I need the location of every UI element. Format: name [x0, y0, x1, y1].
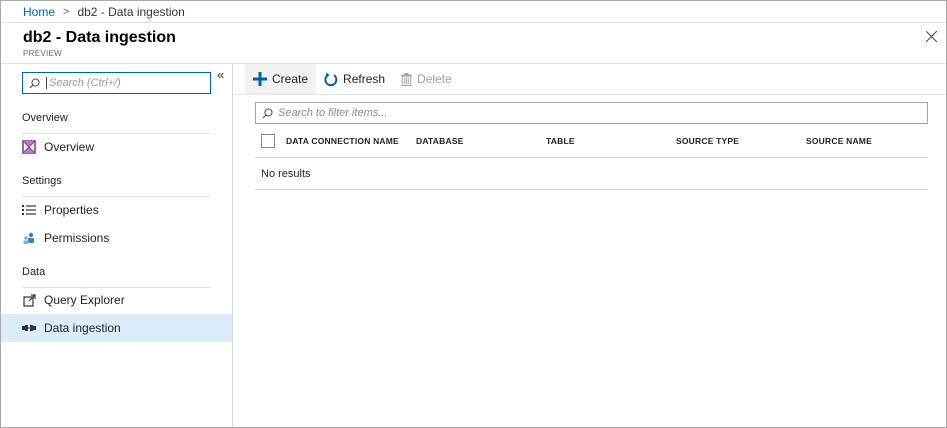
properties-list-icon [22, 203, 36, 217]
data-ingestion-icon [22, 321, 36, 335]
refresh-icon [324, 72, 338, 86]
close-icon[interactable] [924, 29, 940, 45]
sidebar-item-data-ingestion[interactable]: Data ingestion [1, 314, 232, 342]
create-button-label: Create [272, 72, 309, 86]
filter-box [255, 102, 928, 124]
breadcrumb: Home > db2 - Data ingestion [1, 1, 946, 23]
table-body: No results [255, 158, 928, 190]
breadcrumb-home-link[interactable]: Home [23, 5, 55, 19]
sidebar-item-label: Query Explorer [44, 293, 125, 307]
sidebar-search-input[interactable] [46, 77, 206, 89]
trash-icon [401, 72, 413, 86]
delete-button[interactable]: Delete [393, 64, 460, 94]
sidebar: « Overview Overview Settings Prope [1, 64, 232, 428]
empty-state-text: No results [261, 168, 311, 180]
breadcrumb-separator: > [63, 5, 70, 18]
column-header-source-type[interactable]: SOURCE TYPE [676, 128, 739, 158]
sidebar-search-box [22, 72, 211, 94]
overview-icon [22, 140, 36, 154]
main-content: Create Refresh Delete Search to filter i… [233, 64, 946, 428]
sidebar-item-label: Properties [44, 203, 99, 217]
sidebar-item-label: Overview [44, 140, 95, 154]
permissions-users-icon [22, 231, 36, 245]
page-subtitle: PREVIEW [23, 49, 62, 58]
filter-input[interactable] [278, 107, 918, 119]
page-title: db2 - Data ingestion [23, 29, 176, 46]
column-header-data-connection-name[interactable]: DATA CONNECTION NAME [286, 128, 399, 158]
toolbar: Create Refresh Delete [245, 64, 460, 94]
sidebar-item-label: Permissions [44, 231, 110, 245]
external-link-icon [22, 293, 36, 307]
blade-window: Home > db2 - Data ingestion db2 - Data i… [0, 0, 947, 428]
sidebar-item-label: Data ingestion [44, 321, 121, 335]
column-header-table[interactable]: TABLE [546, 128, 575, 158]
table-header: DATA CONNECTION NAME DATABASE TABLE SOUR… [255, 128, 928, 158]
plus-icon [253, 72, 267, 86]
sidebar-item-query-explorer[interactable]: Query Explorer [1, 286, 232, 314]
search-icon [262, 107, 273, 118]
collapse-sidebar-icon[interactable]: « [217, 68, 224, 82]
select-all-checkbox[interactable] [261, 134, 275, 148]
delete-button-label: Delete [417, 72, 452, 86]
data-connections-table: DATA CONNECTION NAME DATABASE TABLE SOUR… [255, 128, 928, 190]
create-button[interactable]: Create [245, 64, 317, 94]
section-header-settings: Settings [22, 175, 211, 197]
section-header-data: Data [22, 266, 211, 288]
toolbar-divider [233, 94, 946, 95]
search-icon [29, 77, 40, 88]
breadcrumb-current: db2 - Data ingestion [77, 4, 185, 19]
section-header-overview: Overview [22, 112, 211, 134]
refresh-button[interactable]: Refresh [316, 64, 393, 94]
refresh-button-label: Refresh [343, 72, 386, 86]
sidebar-item-permissions[interactable]: Permissions [1, 224, 232, 252]
column-header-source-name[interactable]: SOURCE NAME [806, 128, 872, 158]
sidebar-item-properties[interactable]: Properties [1, 196, 232, 224]
column-header-database[interactable]: DATABASE [416, 128, 464, 158]
sidebar-item-overview[interactable]: Overview [1, 133, 232, 161]
